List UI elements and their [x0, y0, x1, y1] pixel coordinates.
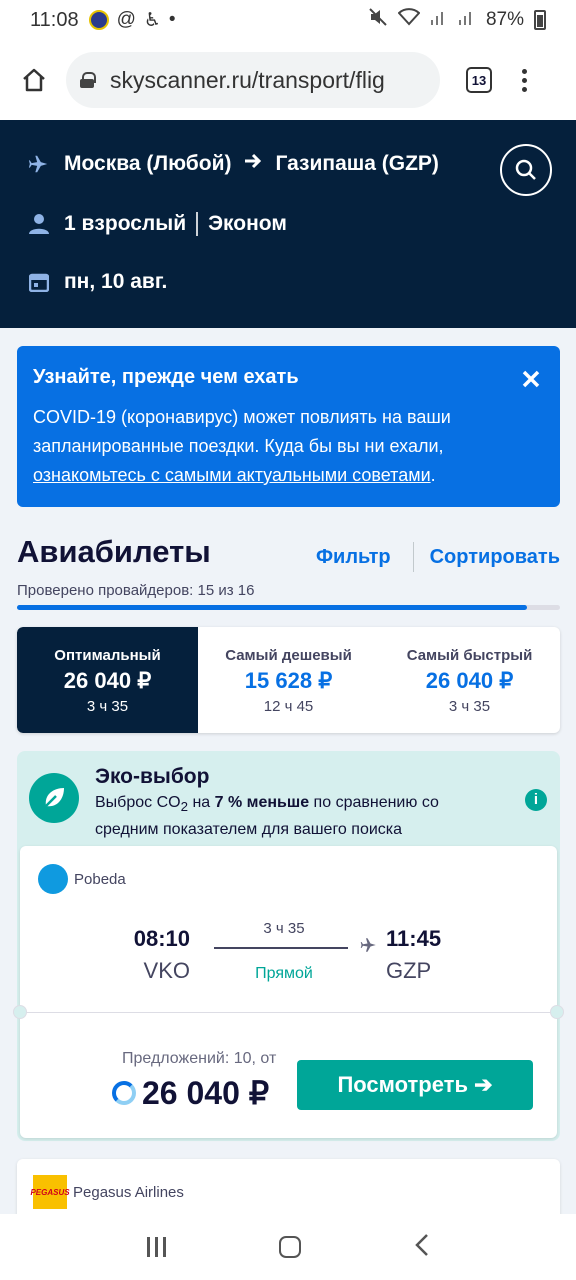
- price-row: 26 040 ₽: [112, 1074, 269, 1112]
- app-notification-icon: [88, 10, 109, 30]
- eco-description: Выброс CO2 на 7 % меньше по сравнению со…: [95, 794, 439, 839]
- flight-card[interactable]: Pobeda 08:10 VKO 3 ч 35 Прямой 11:45 GZP…: [13, 846, 564, 1138]
- arrival-time: 11:45: [386, 926, 442, 951]
- loading-spinner-icon: [112, 1081, 136, 1105]
- airline-logo: PEGASUS: [30, 1175, 70, 1209]
- airline: PEGASUS Pegasus Airlines: [30, 1175, 184, 1209]
- departure-time: 08:10: [133, 926, 190, 951]
- tab-switcher-button[interactable]: 13: [466, 67, 492, 93]
- providers-status: Проверено провайдеров: 15 из 16: [17, 582, 255, 599]
- flight-duration: 3 ч 35: [263, 920, 305, 937]
- progress-fill: [17, 605, 528, 610]
- calendar-icon: [26, 272, 52, 292]
- covid-advice-link[interactable]: ознакомьтесь с самыми актуальными совета…: [33, 465, 431, 485]
- status-time: 11:08: [30, 8, 79, 31]
- arrival-airport: GZP: [386, 958, 432, 983]
- close-icon[interactable]: [520, 368, 542, 390]
- url-text: skyscanner.ru/transport/flig: [110, 66, 385, 93]
- accessibility-icon: ♿︎: [143, 9, 161, 31]
- card-notch: [550, 1005, 564, 1019]
- results-actions: Фильтр Сортировать: [316, 542, 560, 572]
- search-button[interactable]: [500, 144, 552, 196]
- route-row: Москва (Любой) Газипаша (GZP): [26, 152, 439, 176]
- info-icon[interactable]: i: [525, 789, 547, 811]
- stops-label: Прямой: [255, 965, 313, 982]
- search-summary[interactable]: Москва (Любой) Газипаша (GZP) 1 взрослый…: [0, 120, 576, 328]
- system-nav-bar: [0, 1214, 576, 1280]
- filter-button[interactable]: Фильтр: [316, 546, 391, 569]
- search-icon: [515, 159, 536, 180]
- leaf-icon: [29, 773, 79, 823]
- signal-icon-2: [458, 8, 476, 32]
- sort-tabs: Оптимальный 26 040 ₽ 3 ч 35 Самый дешевы…: [17, 627, 560, 733]
- providers-progress-bar: [17, 605, 560, 610]
- tab-cheapest[interactable]: Самый дешевый 15 628 ₽ 12 ч 45: [198, 627, 379, 733]
- airline-name: Pegasus Airlines: [73, 1183, 184, 1201]
- flight-line: [214, 947, 348, 949]
- divider: [412, 542, 414, 572]
- tab-best[interactable]: Оптимальный 26 040 ₽ 3 ч 35: [17, 627, 198, 733]
- date-row: пн, 10 авг.: [26, 270, 167, 294]
- card-notch: [13, 1005, 27, 1019]
- passengers-text: 1 взрослый: [64, 212, 187, 235]
- arrow-right-icon: [243, 152, 263, 176]
- at-sign-icon: @: [116, 9, 136, 30]
- flight-price: 26 040 ₽: [142, 1075, 270, 1111]
- passengers-row: 1 взрослый Эконом: [26, 212, 287, 236]
- offers-count: Предложений: 10, от: [122, 1050, 277, 1067]
- battery-icon: [534, 10, 546, 30]
- address-bar[interactable]: skyscanner.ru/transport/flig: [66, 52, 440, 108]
- covid-title: Узнайте, прежде чем ехать: [33, 366, 299, 388]
- battery-level: 87%: [485, 9, 524, 30]
- departure-airport: VKO: [143, 958, 190, 983]
- sort-button[interactable]: Сортировать: [430, 546, 560, 569]
- plane-icon: [26, 153, 52, 175]
- date-text: пн, 10 авг.: [64, 270, 168, 293]
- home-button-icon[interactable]: [278, 1236, 301, 1258]
- arrival: 11:45 GZP: [386, 926, 466, 984]
- wifi-icon: [397, 8, 421, 32]
- mute-icon: [368, 7, 388, 33]
- person-icon: [26, 213, 52, 235]
- flight-duration-block: 3 ч 35 Прямой: [214, 920, 378, 983]
- recent-apps-icon[interactable]: [146, 1237, 166, 1257]
- results-header: Авиабилеты Фильтр Сортировать: [17, 534, 560, 572]
- flight-card[interactable]: PEGASUS Pegasus Airlines: [17, 1159, 560, 1219]
- plane-icon: [360, 936, 378, 959]
- airline-logo: [38, 864, 68, 894]
- browser-menu-icon[interactable]: [522, 68, 527, 92]
- browser-toolbar: skyscanner.ru/transport/flig 13: [0, 40, 576, 120]
- lock-icon: [80, 72, 96, 88]
- airline: Pobeda: [38, 864, 126, 894]
- tab-fastest[interactable]: Самый быстрый 26 040 ₽ 3 ч 35: [379, 627, 560, 733]
- status-bar: 11:08 @ ♿︎ • 87%: [0, 0, 576, 40]
- airline-name: Pobeda: [74, 870, 126, 888]
- back-icon[interactable]: [414, 1233, 430, 1262]
- covid-text: COVID-19 (коронавирус) может повлиять на…: [33, 407, 451, 485]
- origin-text: Москва (Любой): [64, 152, 232, 175]
- dot-icon: •: [168, 9, 176, 30]
- eco-title: Эко-выбор: [95, 765, 210, 788]
- departure: 08:10 VKO: [116, 926, 190, 984]
- signal-icon: [430, 8, 448, 32]
- card-divider: [20, 1012, 557, 1013]
- flight-leg: 08:10 VKO 3 ч 35 Прямой 11:45 GZP: [20, 918, 557, 998]
- home-icon[interactable]: [14, 60, 54, 100]
- destination-text: Газипаша (GZP): [275, 152, 439, 175]
- separator: [196, 212, 199, 236]
- cabin-text: Эконом: [208, 212, 287, 235]
- view-button[interactable]: Посмотреть ➔: [297, 1060, 533, 1110]
- covid-banner: Узнайте, прежде чем ехать COVID-19 (коро…: [17, 346, 560, 507]
